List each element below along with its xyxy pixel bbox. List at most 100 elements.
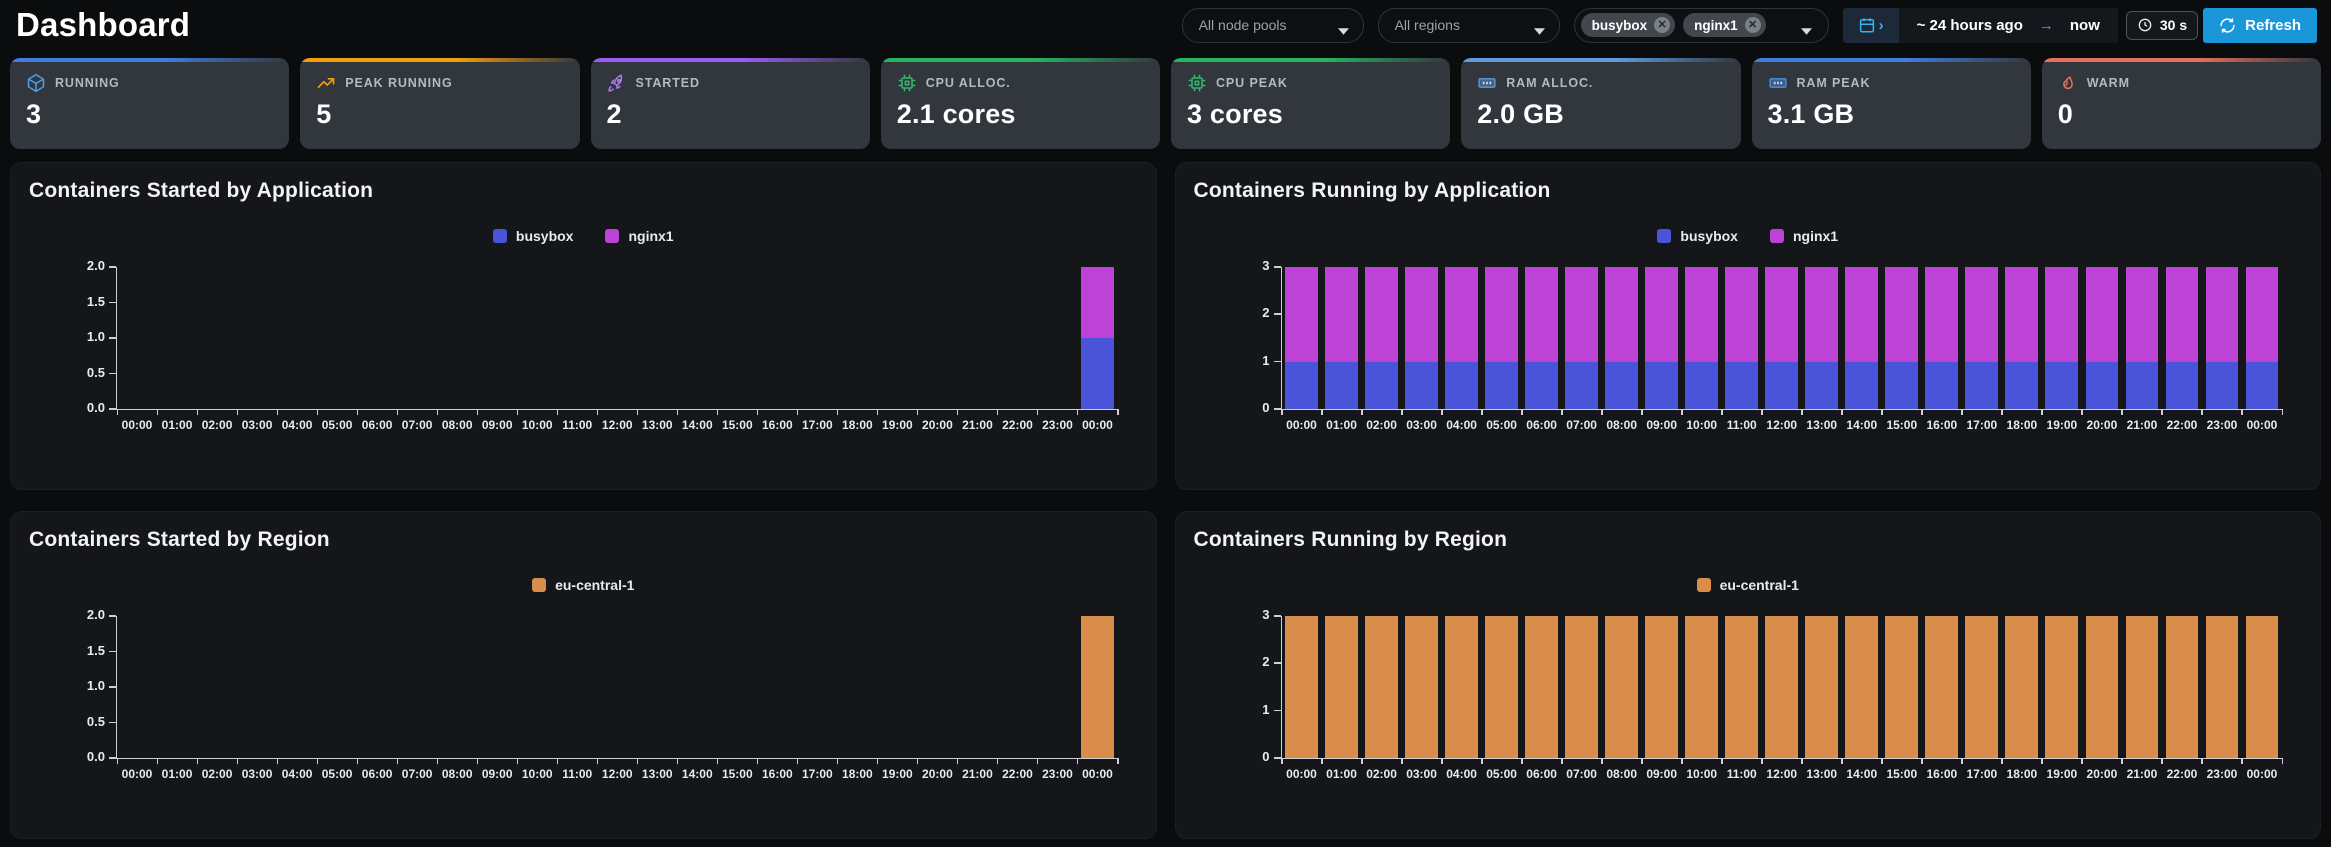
bar-segment-nginx1[interactable] (1925, 267, 1959, 362)
bar-segment-nginx1[interactable] (1445, 267, 1478, 362)
bar-segment-eu-central-1[interactable] (1365, 616, 1398, 758)
bar-segment-eu-central-1[interactable] (1885, 616, 1919, 758)
bar-segment-busybox[interactable] (1685, 361, 1719, 409)
bar-segment-busybox[interactable] (1845, 361, 1879, 409)
bar-segment-nginx1[interactable] (1645, 267, 1679, 362)
bar-segment-busybox[interactable] (2045, 361, 2079, 409)
bar-segment-busybox[interactable] (2085, 361, 2119, 409)
bar-segment-nginx1[interactable] (1365, 267, 1398, 362)
legend-item-eu-central-1[interactable]: eu-central-1 (1696, 577, 1799, 593)
bar-segment-busybox[interactable] (1525, 361, 1559, 409)
time-from[interactable]: ~ 24 hours ago (1917, 17, 2023, 34)
bar-segment-busybox[interactable] (1405, 361, 1438, 409)
tags-filter-select[interactable]: busybox ✕ nginx1 ✕ (1573, 7, 1829, 43)
bar-segment-busybox[interactable] (1445, 361, 1478, 409)
bar-segment-busybox[interactable] (2005, 361, 2039, 409)
bar-segment-eu-central-1[interactable] (1965, 616, 1999, 758)
bar-segment-eu-central-1[interactable] (1405, 616, 1438, 758)
bar-segment-eu-central-1[interactable] (1845, 616, 1879, 758)
bar-segment-eu-central-1[interactable] (1925, 616, 1959, 758)
legend-item-nginx1[interactable]: nginx1 (1769, 228, 1838, 244)
bar-segment-busybox[interactable] (1645, 361, 1679, 409)
bar-segment-nginx1[interactable] (1765, 267, 1799, 362)
bar-segment-busybox[interactable] (1885, 361, 1919, 409)
bar-segment-eu-central-1[interactable] (1485, 616, 1518, 758)
bar-segment-nginx1[interactable] (2125, 267, 2159, 362)
bar-segment-nginx1[interactable] (1565, 267, 1599, 362)
legend-item-nginx1[interactable]: nginx1 (605, 228, 674, 244)
bar-segment-busybox[interactable] (1765, 361, 1799, 409)
bar-segment-eu-central-1[interactable] (1325, 616, 1358, 758)
bar-segment-eu-central-1[interactable] (1285, 616, 1318, 758)
bar-segment-busybox[interactable] (2165, 361, 2199, 409)
bar-segment-nginx1[interactable] (1845, 267, 1879, 362)
bar-segment-nginx1[interactable] (1885, 267, 1919, 362)
refresh-button[interactable]: Refresh (2203, 7, 2317, 43)
bar-segment-nginx1[interactable] (1081, 267, 1114, 338)
bar-segment-busybox[interactable] (1485, 361, 1518, 409)
bar-segment-eu-central-1[interactable] (1765, 616, 1799, 758)
tag-chip-nginx1[interactable]: nginx1 ✕ (1683, 13, 1766, 37)
bar-segment-eu-central-1[interactable] (2165, 616, 2199, 758)
bar-segment-busybox[interactable] (1605, 361, 1639, 409)
bar-segment-eu-central-1[interactable] (1081, 616, 1114, 758)
bar-segment-eu-central-1[interactable] (1805, 616, 1839, 758)
regions-select[interactable]: All regions (1377, 7, 1560, 43)
bar-segment-busybox[interactable] (1565, 361, 1599, 409)
bar-segment-eu-central-1[interactable] (1685, 616, 1719, 758)
stat-card-cpu-peak: CPU PEAK 3 cores (1171, 58, 1451, 149)
legend-item-busybox[interactable]: busybox (1657, 228, 1738, 244)
bar-segment-nginx1[interactable] (1725, 267, 1759, 362)
bar-segment-eu-central-1[interactable] (1605, 616, 1639, 758)
bar-segment-busybox[interactable] (1725, 361, 1759, 409)
bar-segment-nginx1[interactable] (2245, 267, 2279, 362)
bar-segment-nginx1[interactable] (2165, 267, 2199, 362)
bar-segment-nginx1[interactable] (1525, 267, 1559, 362)
bar-segment-nginx1[interactable] (2045, 267, 2079, 362)
bar-segment-eu-central-1[interactable] (2045, 616, 2079, 758)
bar-segment-nginx1[interactable] (1965, 267, 1999, 362)
node-pools-select[interactable]: All node pools (1181, 7, 1364, 43)
close-icon[interactable]: ✕ (1654, 17, 1671, 33)
bar-segment-nginx1[interactable] (1685, 267, 1719, 362)
calendar-button[interactable]: › (1842, 7, 1899, 43)
bar-segment-busybox[interactable] (1805, 361, 1839, 409)
bar-segment-eu-central-1[interactable] (2245, 616, 2279, 758)
bar-segment-eu-central-1[interactable] (2205, 616, 2239, 758)
bar-segment-busybox[interactable] (2205, 361, 2239, 409)
bar-segment-busybox[interactable] (1965, 361, 1999, 409)
x-axis-label: 11:00 (1726, 418, 1757, 432)
bar-segment-eu-central-1[interactable] (1725, 616, 1759, 758)
bar-segment-nginx1[interactable] (1325, 267, 1358, 362)
bar-segment-nginx1[interactable] (1485, 267, 1518, 362)
bar-segment-eu-central-1[interactable] (1525, 616, 1559, 758)
tag-chip-busybox[interactable]: busybox ✕ (1580, 13, 1676, 37)
bar-segment-eu-central-1[interactable] (2125, 616, 2159, 758)
bar-segment-eu-central-1[interactable] (1645, 616, 1679, 758)
bar-segment-busybox[interactable] (2125, 361, 2159, 409)
bar-segment-nginx1[interactable] (1805, 267, 1839, 362)
legend-item-eu-central-1[interactable]: eu-central-1 (532, 577, 634, 593)
bar-segment-busybox[interactable] (1081, 338, 1114, 409)
legend-item-busybox[interactable]: busybox (492, 228, 573, 244)
refresh-interval-button[interactable]: 30 s (2125, 10, 2199, 40)
close-icon[interactable]: ✕ (1744, 17, 1761, 33)
bar-segment-eu-central-1[interactable] (1445, 616, 1478, 758)
bar-segment-nginx1[interactable] (2205, 267, 2239, 362)
bar-segment-busybox[interactable] (2245, 361, 2279, 409)
bar-segment-busybox[interactable] (1325, 361, 1358, 409)
bar-segment-busybox[interactable] (1925, 361, 1959, 409)
bar-segment-eu-central-1[interactable] (2085, 616, 2119, 758)
time-to[interactable]: now (2070, 17, 2100, 34)
x-axis-label: 10:00 (1686, 767, 1718, 781)
bar-segment-nginx1[interactable] (1605, 267, 1639, 362)
bar-segment-eu-central-1[interactable] (2005, 616, 2039, 758)
bar-segment-busybox[interactable] (1365, 361, 1398, 409)
bar-segment-nginx1[interactable] (2005, 267, 2039, 362)
bar-segment-nginx1[interactable] (1405, 267, 1438, 362)
bar-segment-eu-central-1[interactable] (1565, 616, 1599, 758)
bar-segment-nginx1[interactable] (2085, 267, 2119, 362)
bar-segment-nginx1[interactable] (1285, 267, 1318, 362)
bar-segment-busybox[interactable] (1285, 361, 1318, 409)
x-axis-tick (796, 409, 799, 415)
